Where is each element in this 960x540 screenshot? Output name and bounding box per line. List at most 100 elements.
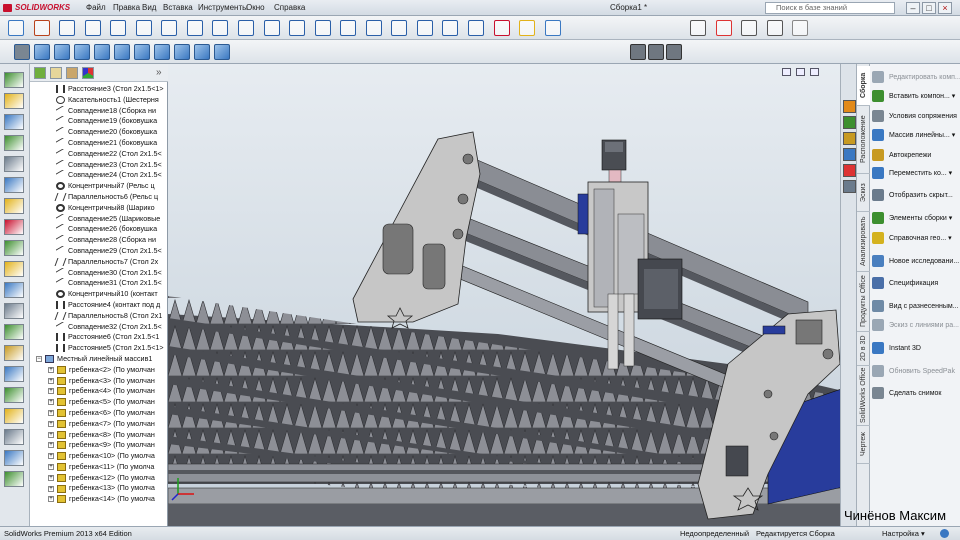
tab-vertical-2[interactable]: Эскиз xyxy=(857,174,871,212)
tab-vertical-0[interactable]: Сборка xyxy=(857,66,871,106)
customize-menu[interactable]: Настройка ▾ xyxy=(882,527,925,540)
rapid-sketch-icon[interactable] xyxy=(519,20,536,36)
tree-row[interactable]: + гребенка<3> (По умолчан xyxy=(30,376,168,387)
tree-row[interactable]: + гребенка<4> (По умолчан xyxy=(30,386,168,397)
tree-row[interactable]: Совпадение21 (боковушка xyxy=(30,137,168,149)
appearances-icon[interactable] xyxy=(843,164,856,177)
tree-row[interactable]: Параллельность6 (Рельс ц xyxy=(30,192,168,203)
normal-to-icon[interactable] xyxy=(14,44,30,60)
dimetric-icon[interactable] xyxy=(194,44,210,60)
feature-manager-tab[interactable] xyxy=(34,67,46,79)
show-hidden-icon[interactable] xyxy=(4,177,24,193)
trim-icon[interactable] xyxy=(314,20,331,36)
explode-line-icon[interactable] xyxy=(4,303,24,319)
tree-row[interactable]: + гребенка<12> (По умолча xyxy=(30,473,168,484)
tree-row[interactable]: Совпадение24 (Стол 2x1.5< xyxy=(30,170,168,182)
move-component-icon[interactable] xyxy=(4,156,24,172)
tree-row[interactable]: + гребенка<10> (По умолча xyxy=(30,451,168,462)
tree-row[interactable]: Совпадение26 (боковушка xyxy=(30,224,168,236)
spline-icon[interactable] xyxy=(186,20,203,36)
left-view-icon[interactable] xyxy=(74,44,90,60)
tree-row[interactable]: Совпадение30 (Стол 2x1.5< xyxy=(30,267,168,279)
help-icon[interactable] xyxy=(940,529,949,538)
pane-item[interactable]: Условия сопряжения xyxy=(872,107,960,127)
tree-row[interactable]: Совпадение25 (Шариковые xyxy=(30,213,168,225)
smart-dimension-icon[interactable] xyxy=(33,20,50,36)
tree-row[interactable]: + гребенка<5> (По умолчан xyxy=(30,397,168,408)
front-view-icon[interactable] xyxy=(34,44,50,60)
camera-icon[interactable] xyxy=(630,44,646,60)
display-manager-tab[interactable] xyxy=(82,67,94,79)
move-icon[interactable] xyxy=(442,20,459,36)
file-explorer-icon[interactable] xyxy=(843,132,856,145)
tree-row[interactable]: Совпадение19 (боковушка xyxy=(30,116,168,128)
pattern-icon[interactable] xyxy=(416,20,433,36)
pane-item[interactable]: Новое исследовани... xyxy=(872,252,960,272)
expand-icon[interactable]: + xyxy=(48,431,54,438)
ellipse-icon[interactable] xyxy=(212,20,229,36)
menu-item-5[interactable]: Окно xyxy=(246,2,265,14)
mirror-icon[interactable] xyxy=(4,450,24,466)
tree-row[interactable]: Расстояние4 (контакт под д xyxy=(30,300,168,311)
convert-icon[interactable] xyxy=(340,20,357,36)
minimize-button[interactable]: – xyxy=(906,2,920,14)
tree-row[interactable]: Совпадение23 (Стол 2x1.5< xyxy=(30,159,168,171)
right-view-icon[interactable] xyxy=(94,44,110,60)
trimetric-icon[interactable] xyxy=(174,44,190,60)
window-icon[interactable] xyxy=(666,44,682,60)
maximize-button[interactable]: □ xyxy=(922,2,936,14)
restore-view-icon[interactable] xyxy=(782,68,791,76)
tree-row[interactable]: + гребенка<9> (По умолчан xyxy=(30,440,168,451)
bom-icon[interactable] xyxy=(4,261,24,277)
expand-icon[interactable]: + xyxy=(48,442,54,449)
insert-component-icon[interactable] xyxy=(4,72,24,88)
rotate-icon[interactable] xyxy=(766,20,783,36)
view-palette-icon[interactable] xyxy=(843,148,856,161)
linear-pattern-icon[interactable] xyxy=(4,114,24,130)
maximize-view-icon[interactable] xyxy=(810,68,819,76)
assembly-features-icon[interactable] xyxy=(4,198,24,214)
back-view-icon[interactable] xyxy=(54,44,70,60)
pane-item[interactable]: Автокрепежи xyxy=(872,146,960,166)
expand-icon[interactable]: + xyxy=(48,366,54,373)
pane-item[interactable]: Вид с разнесенным... xyxy=(872,297,960,317)
expand-icon[interactable]: + xyxy=(48,453,54,460)
tree-row[interactable]: Касательность1 (Шестерня xyxy=(30,95,168,106)
menu-item-6[interactable]: Справка xyxy=(274,2,305,14)
top-view-icon[interactable] xyxy=(114,44,130,60)
tree-row[interactable]: + гребенка<7> (По умолчан xyxy=(30,419,168,430)
pane-item[interactable]: Массив линейны... ▾ xyxy=(872,126,960,146)
print-icon[interactable] xyxy=(648,44,664,60)
appearance-icon[interactable] xyxy=(715,20,732,36)
offset-icon[interactable] xyxy=(365,20,382,36)
speedpak-icon[interactable] xyxy=(4,345,24,361)
isometric-icon[interactable] xyxy=(154,44,170,60)
pane-item[interactable]: Эскиз с линиями ра... xyxy=(872,316,960,336)
line-icon[interactable] xyxy=(59,20,76,36)
new-study-icon[interactable] xyxy=(4,240,24,256)
relations-icon[interactable] xyxy=(468,20,484,36)
layer-icon[interactable] xyxy=(792,20,809,36)
pane-item[interactable]: Обновить SpeedPak xyxy=(872,362,960,382)
circle-icon[interactable] xyxy=(135,20,152,36)
mate-icon[interactable] xyxy=(4,93,24,109)
pane-item[interactable]: Сделать снимок xyxy=(872,384,960,404)
pane-item[interactable]: Отобразить скрыт... xyxy=(872,186,960,206)
expand-icon[interactable]: + xyxy=(48,388,54,395)
tree-row[interactable]: Расстояние6 (Стол 2x1.5<1 xyxy=(30,332,168,343)
interference-icon[interactable] xyxy=(4,471,24,487)
chevron-right-icon[interactable]: » xyxy=(156,67,162,78)
sketch-icon[interactable] xyxy=(8,20,24,36)
view-selector-icon[interactable] xyxy=(214,44,230,60)
tree-row[interactable]: Совпадение18 (Сборка ни xyxy=(30,105,168,117)
pane-item[interactable]: Элементы сборки ▾ xyxy=(872,209,960,229)
tree-row[interactable]: Расстояние3 (Стол 2x1.5<1> xyxy=(30,84,168,95)
tree-row[interactable]: Совпадение20 (боковушка xyxy=(30,127,168,138)
expand-icon[interactable]: + xyxy=(48,410,54,416)
instant3d-icon[interactable] xyxy=(4,324,24,340)
close-button[interactable]: × xyxy=(938,2,952,14)
expand-icon[interactable]: + xyxy=(48,485,54,492)
tree-row[interactable]: + гребенка<8> (По умолчан xyxy=(30,430,168,441)
snapshot-icon[interactable] xyxy=(4,366,24,382)
property-manager-tab[interactable] xyxy=(50,67,62,79)
